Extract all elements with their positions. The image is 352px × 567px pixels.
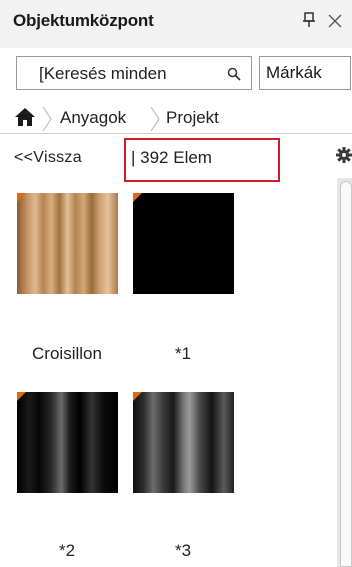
material-caption: Croisillon <box>32 344 102 363</box>
material-badge-corner <box>133 392 142 401</box>
panel-header: Objektumközpont <box>0 0 352 48</box>
item-count: | 392 Elem <box>131 148 212 167</box>
breadcrumb-item-materials[interactable]: Anyagok <box>60 108 126 128</box>
breadcrumb: Anyagok Projekt <box>0 106 352 134</box>
search-input-value: [Keresés minden <box>39 64 167 83</box>
search-input[interactable]: [Keresés minden <box>16 56 252 90</box>
breadcrumb-item-project[interactable]: Projekt <box>166 108 219 128</box>
material-thumbnail[interactable] <box>133 392 234 493</box>
home-icon[interactable] <box>14 107 36 127</box>
gear-icon[interactable] <box>336 147 352 163</box>
item-count-highlight: | 392 Elem <box>124 138 280 182</box>
search-icon[interactable] <box>227 67 241 81</box>
material-thumbnail[interactable] <box>133 193 234 294</box>
scrollbar-thumb[interactable] <box>340 181 352 567</box>
material-badge-corner <box>17 392 26 401</box>
material-caption: *2 <box>58 541 76 560</box>
material-caption: *1 <box>174 344 192 363</box>
back-link[interactable]: <<Vissza <box>14 149 82 167</box>
panel-title: Objektumközpont <box>13 11 154 30</box>
material-thumbnail[interactable] <box>17 392 118 493</box>
brands-button[interactable]: Márkák <box>259 56 351 90</box>
pin-icon[interactable] <box>302 12 316 28</box>
chevron-right-icon <box>150 106 160 132</box>
material-caption: *3 <box>174 541 192 560</box>
material-badge-corner <box>133 193 142 202</box>
material-badge-corner <box>17 193 26 202</box>
material-thumbnail[interactable] <box>17 193 118 294</box>
close-icon[interactable] <box>328 14 342 28</box>
chevron-right-icon <box>42 106 52 132</box>
